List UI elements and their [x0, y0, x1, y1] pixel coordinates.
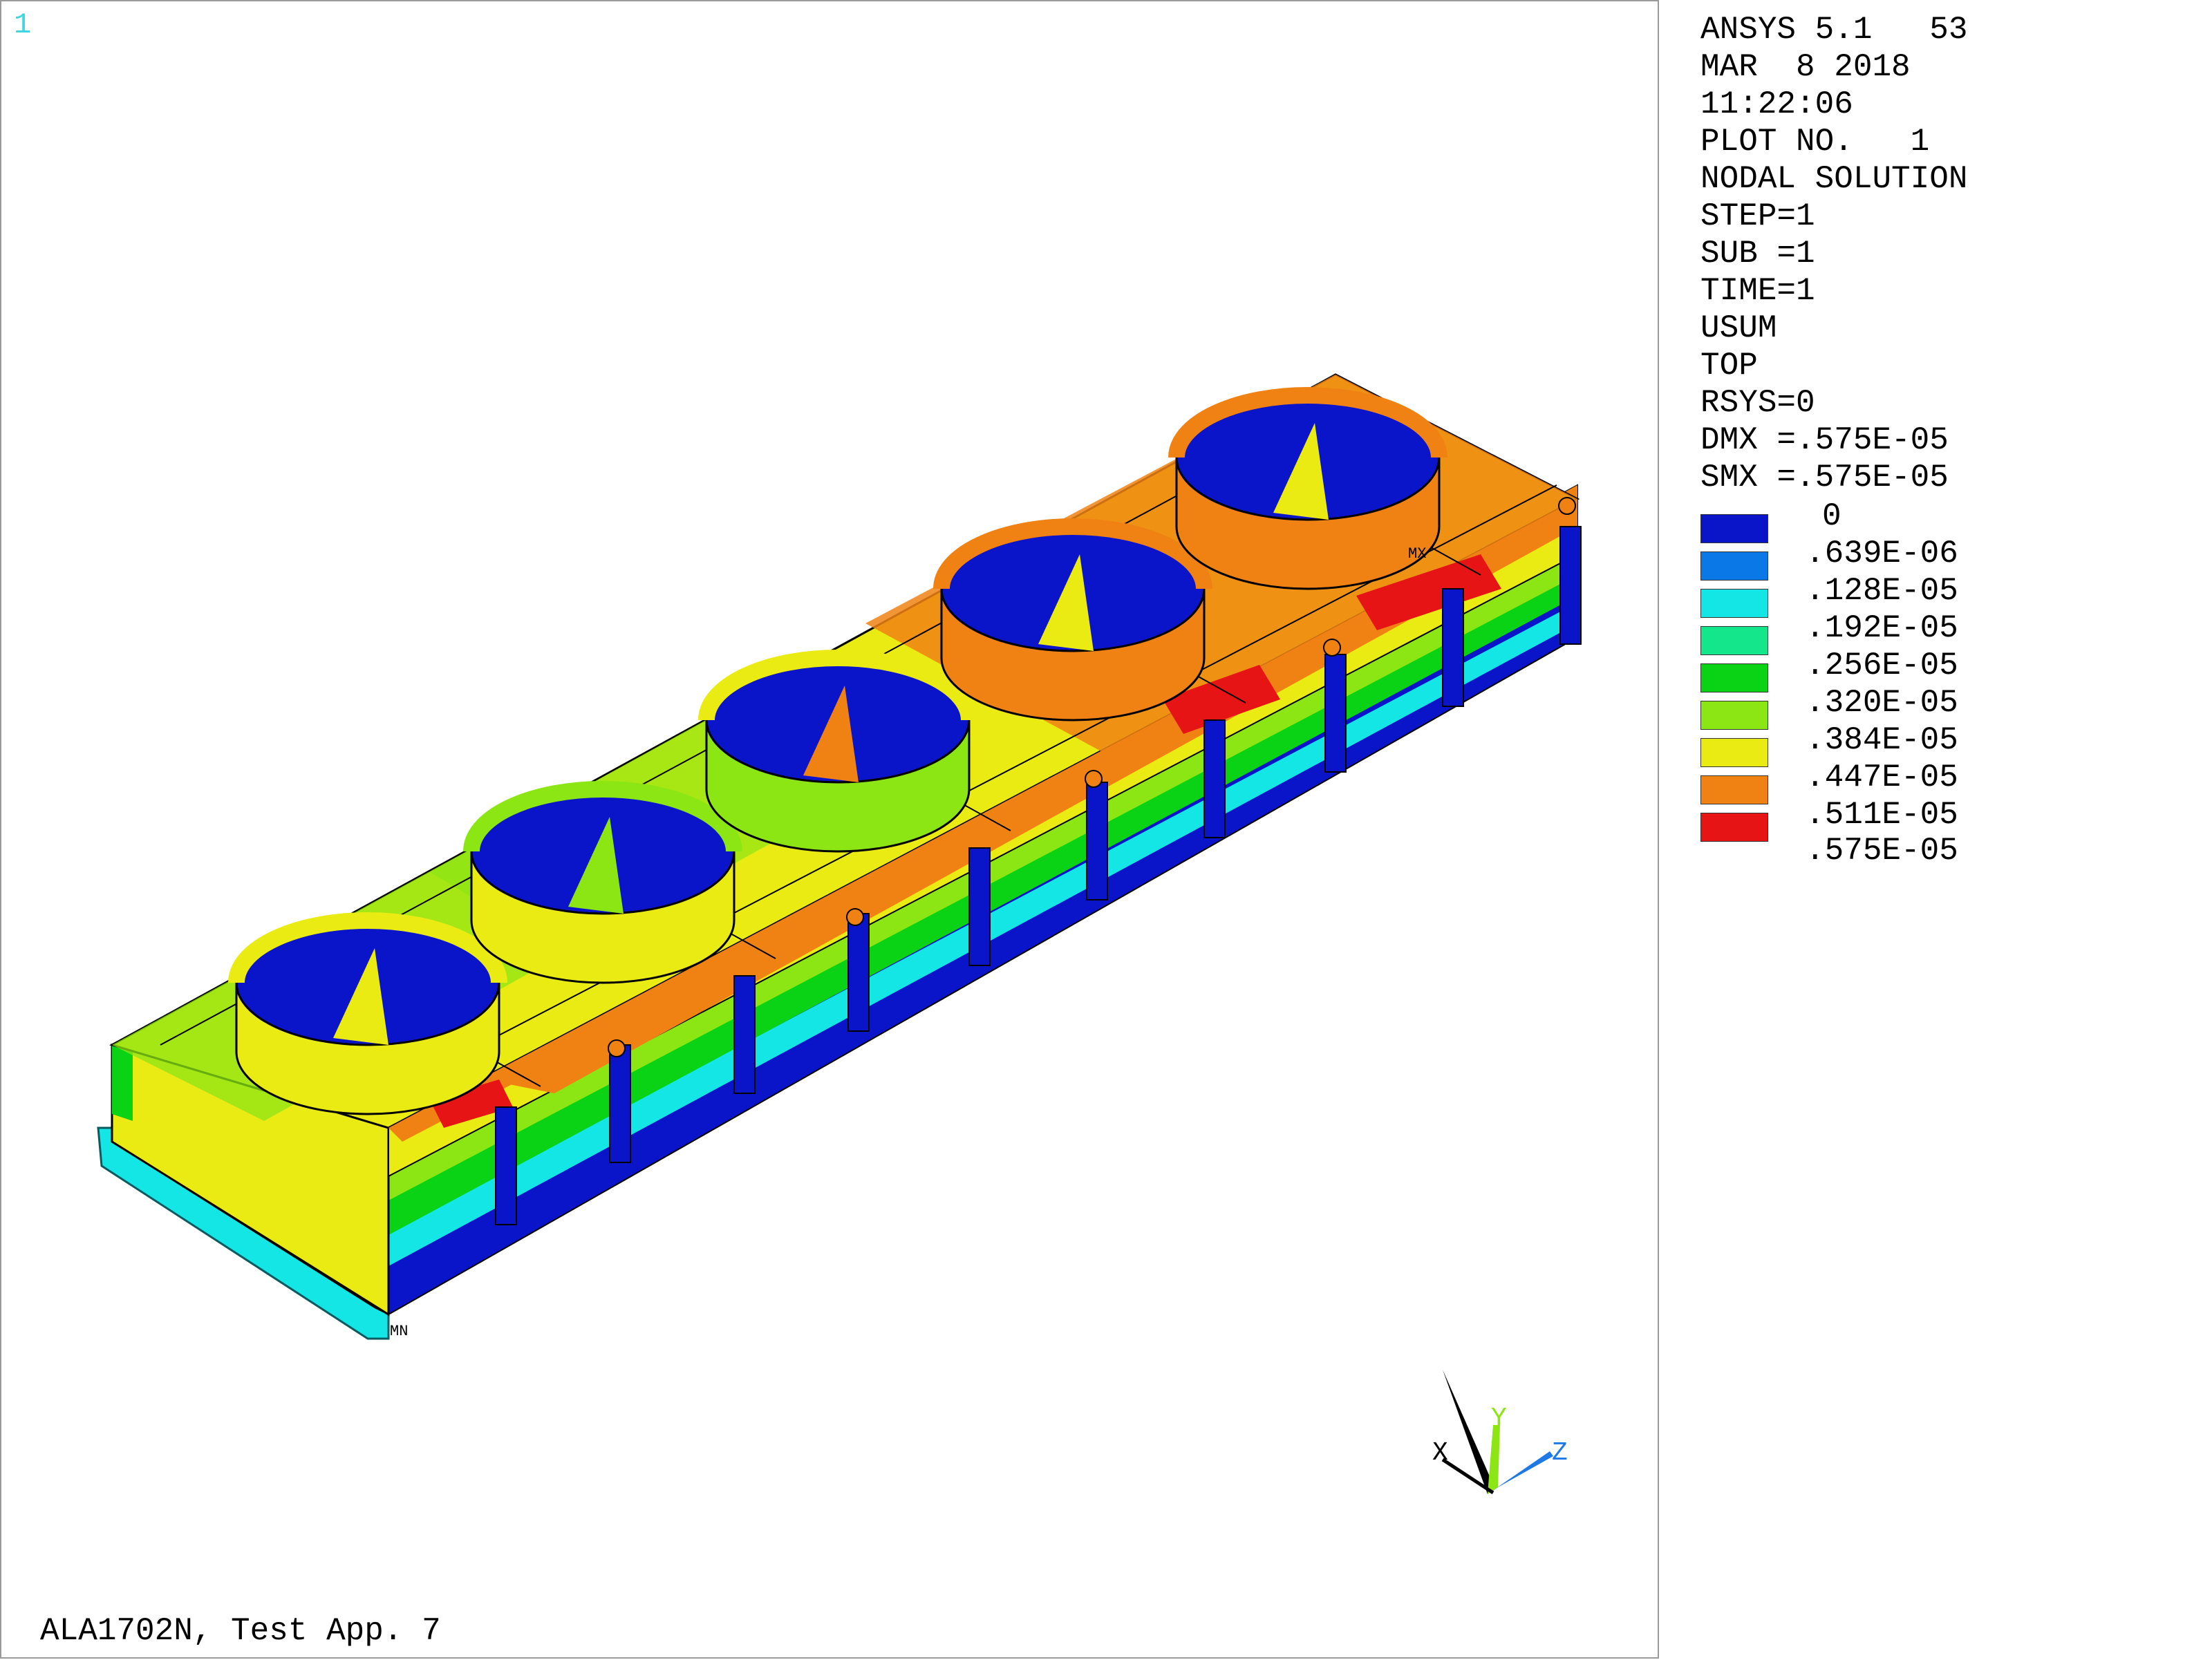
axis-y-label: Y — [1491, 1404, 1507, 1433]
axis-z-label: Z — [1552, 1438, 1568, 1468]
header-line-time: 11:22:06 — [1700, 86, 1853, 122]
header-line-rsys: RSYS=0 — [1700, 385, 1815, 421]
legend-value: .639E-06 — [1806, 536, 1958, 572]
header-line-dmx: DMX =.575E-05 — [1700, 422, 1949, 458]
legend-swatch — [1700, 514, 1768, 543]
legend-value: .192E-05 — [1806, 610, 1958, 646]
header-line-smx: SMX =.575E-05 — [1700, 460, 1949, 496]
header-line-step: STEP=1 — [1700, 198, 1815, 234]
legend-swatch — [1700, 663, 1768, 692]
end-face-green — [112, 1045, 133, 1121]
legend-swatch — [1700, 813, 1768, 842]
header-line-shell: TOP — [1700, 348, 1758, 384]
legend-value: .128E-05 — [1806, 573, 1958, 609]
legend-swatch — [1700, 626, 1768, 655]
legend-panel: ANSYS 5.1 53 MAR 8 2018 11:22:06 PLOT NO… — [1659, 0, 2212, 1659]
legend-value: .256E-05 — [1806, 648, 1958, 683]
min-marker: MN — [390, 1323, 408, 1340]
legend-value: .447E-05 — [1806, 760, 1958, 795]
fe-model-plot: MX MN X Y Z — [97, 373, 1582, 1495]
legend-value: .320E-05 — [1806, 685, 1958, 721]
header-line-time-val: TIME=1 — [1700, 273, 1815, 309]
legend-max-value: .575E-05 — [1806, 833, 1958, 869]
model-title: ALA1702N, Test App. 7 — [40, 1613, 441, 1649]
axis-triad: X Y Z — [1432, 1370, 1568, 1495]
legend-swatch — [1700, 589, 1768, 618]
header-line-item: USUM — [1700, 310, 1777, 346]
axis-x-label: X — [1432, 1438, 1448, 1468]
header-line-plot-no: PLOT NO. 1 — [1700, 124, 1930, 160]
legend-value: .511E-05 — [1806, 797, 1958, 833]
max-marker: MX — [1408, 545, 1426, 563]
header-line-solution: NODAL SOLUTION — [1700, 161, 1968, 197]
legend-swatch — [1700, 738, 1768, 767]
legend-swatch — [1700, 551, 1768, 581]
fan-shroud-5 — [1168, 387, 1447, 590]
fan-shroud-4 — [933, 518, 1212, 721]
legend-swatch — [1700, 701, 1768, 730]
legend-value: 0 — [1822, 498, 1841, 534]
header-line-product: ANSYS 5.1 53 — [1700, 12, 1968, 48]
fan-shroud-3 — [698, 650, 977, 853]
legend-value: .384E-05 — [1806, 722, 1958, 758]
header-line-date: MAR 8 2018 — [1700, 49, 1911, 85]
header-line-sub: SUB =1 — [1700, 236, 1815, 272]
graphics-window[interactable]: 1 MX MN X Y Z ALA1702N, Test App. 7 — [0, 0, 1659, 1659]
fan-shroud-2 — [463, 781, 742, 984]
legend-swatch — [1700, 775, 1768, 804]
fan-shroud-1 — [228, 912, 507, 1115]
